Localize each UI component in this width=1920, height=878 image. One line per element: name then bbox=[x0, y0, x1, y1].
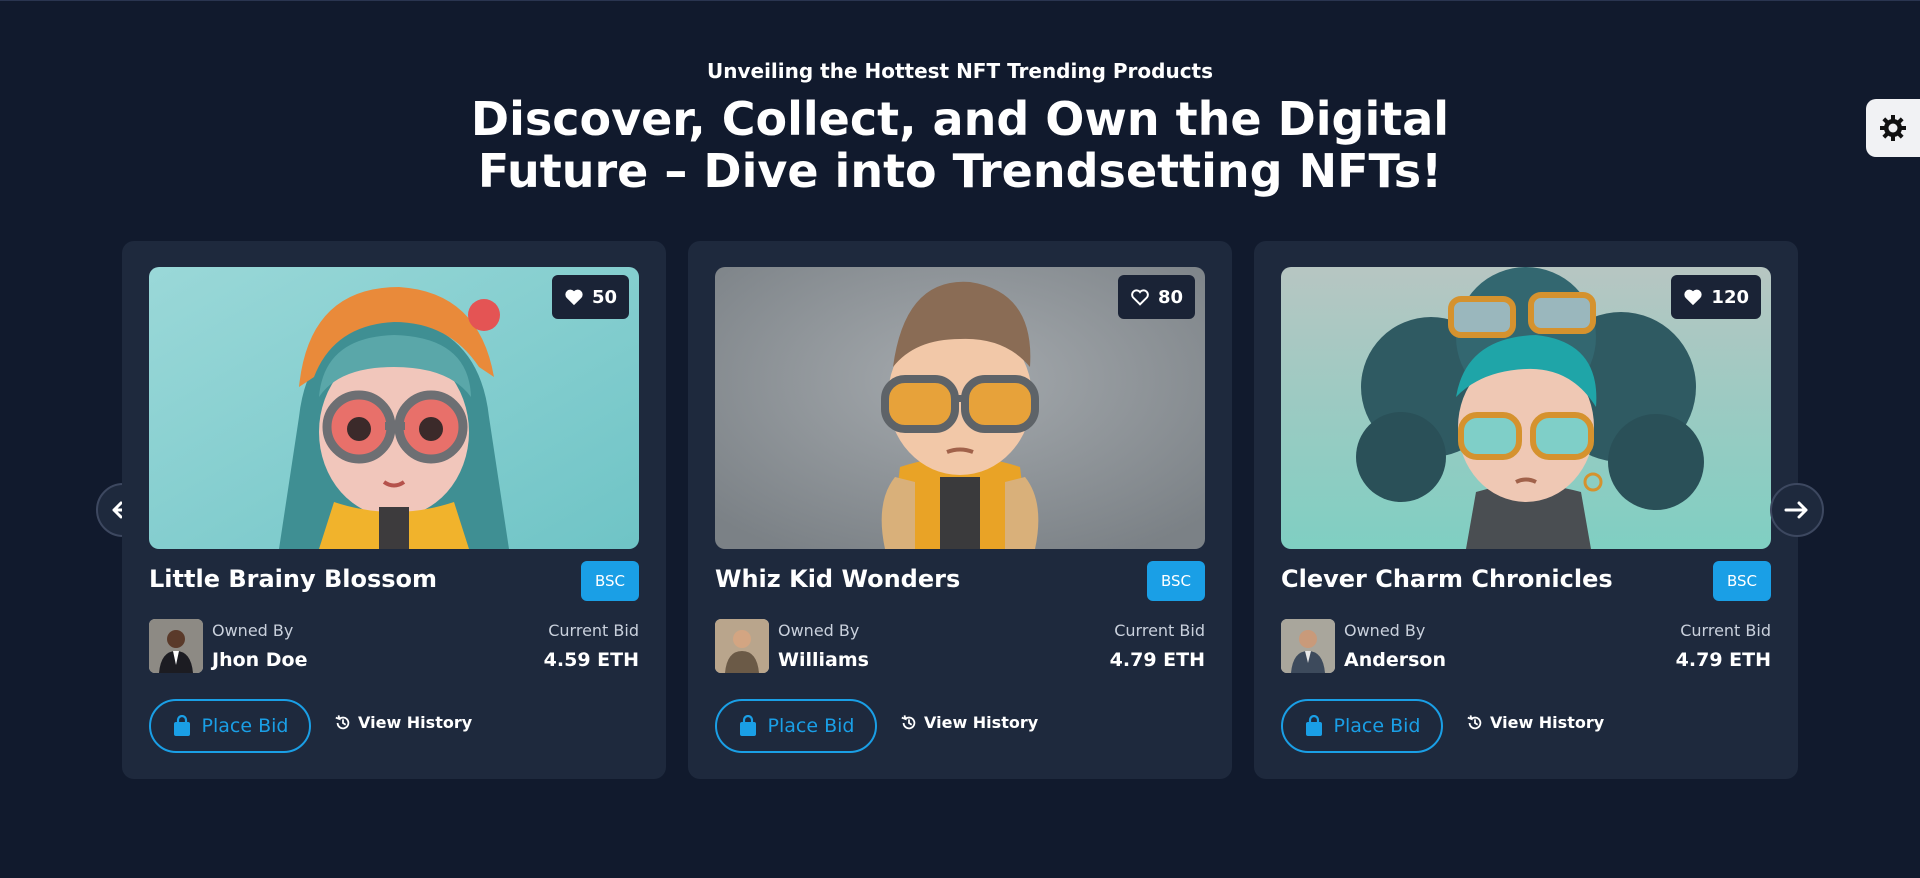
place-bid-button[interactable]: Place Bid bbox=[149, 699, 311, 753]
view-history-link[interactable]: View History bbox=[900, 713, 1038, 732]
section-eyebrow: Unveiling the Hottest NFT Trending Produ… bbox=[706, 59, 1214, 83]
nft-title[interactable]: Little Brainy Blossom bbox=[149, 565, 437, 593]
place-bid-label: Place Bid bbox=[767, 715, 855, 737]
owner-avatar bbox=[1281, 619, 1335, 673]
shopping-bag-icon bbox=[173, 715, 190, 736]
view-history-link[interactable]: View History bbox=[334, 713, 472, 732]
current-bid-label: Current Bid bbox=[1114, 621, 1205, 640]
nft-title[interactable]: Clever Charm Chronicles bbox=[1281, 565, 1613, 593]
chain-badge: BSC bbox=[581, 561, 639, 601]
shopping-bag-icon bbox=[1305, 715, 1322, 736]
nft-card: 120 Clever Charm Chronicles BSC Owned By… bbox=[1254, 241, 1798, 779]
current-bid-label: Current Bid bbox=[1680, 621, 1771, 640]
place-bid-button[interactable]: Place Bid bbox=[1281, 699, 1443, 753]
nft-image[interactable]: 50 bbox=[149, 267, 639, 549]
heart-outline-icon bbox=[1131, 289, 1149, 306]
arrow-right-icon bbox=[1784, 501, 1808, 519]
nft-image[interactable]: 80 bbox=[715, 267, 1205, 549]
history-icon bbox=[1467, 714, 1482, 729]
owner-name[interactable]: Jhon Doe bbox=[212, 649, 308, 671]
current-bid-value: 4.79 ETH bbox=[1109, 649, 1205, 671]
heart-icon bbox=[565, 289, 583, 306]
owner-avatar bbox=[715, 619, 769, 673]
current-bid-label: Current Bid bbox=[548, 621, 639, 640]
view-history-link[interactable]: View History bbox=[1466, 713, 1604, 732]
nft-title[interactable]: Whiz Kid Wonders bbox=[715, 565, 960, 593]
history-icon bbox=[335, 714, 350, 729]
view-history-label: View History bbox=[1490, 713, 1605, 732]
place-bid-label: Place Bid bbox=[1333, 715, 1421, 737]
section-headline: Discover, Collect, and Own the Digital F… bbox=[470, 92, 1450, 198]
nft-image[interactable]: 120 bbox=[1281, 267, 1771, 549]
owner-avatar bbox=[149, 619, 203, 673]
owner-label: Owned By bbox=[778, 621, 860, 640]
shopping-bag-icon bbox=[739, 715, 756, 736]
like-button[interactable]: 50 bbox=[551, 275, 629, 319]
trending-nft-section: Unveiling the Hottest NFT Trending Produ… bbox=[0, 0, 1920, 878]
like-count: 120 bbox=[1711, 286, 1749, 308]
view-history-label: View History bbox=[924, 713, 1039, 732]
view-history-label: View History bbox=[358, 713, 473, 732]
place-bid-button[interactable]: Place Bid bbox=[715, 699, 877, 753]
heart-icon bbox=[1684, 289, 1703, 306]
owner-name[interactable]: Williams bbox=[778, 649, 869, 671]
chain-badge: BSC bbox=[1713, 561, 1771, 601]
owner-label: Owned By bbox=[1344, 621, 1426, 640]
place-bid-label: Place Bid bbox=[201, 715, 289, 737]
owner-name[interactable]: Anderson bbox=[1344, 649, 1446, 671]
gear-icon bbox=[1880, 115, 1906, 141]
owner-label: Owned By bbox=[212, 621, 294, 640]
like-count: 50 bbox=[591, 286, 617, 308]
theme-settings-button[interactable] bbox=[1866, 99, 1920, 157]
history-icon bbox=[901, 714, 916, 729]
nft-card: 50 Little Brainy Blossom BSC Owned By Jh… bbox=[122, 241, 666, 779]
like-button[interactable]: 120 bbox=[1671, 275, 1761, 319]
chain-badge: BSC bbox=[1147, 561, 1205, 601]
like-count: 80 bbox=[1157, 286, 1183, 308]
nft-card: 80 Whiz Kid Wonders BSC Owned By William… bbox=[688, 241, 1232, 779]
like-button[interactable]: 80 bbox=[1117, 275, 1195, 319]
current-bid-value: 4.59 ETH bbox=[543, 649, 639, 671]
current-bid-value: 4.79 ETH bbox=[1675, 649, 1771, 671]
carousel-next-button[interactable] bbox=[1770, 483, 1824, 537]
